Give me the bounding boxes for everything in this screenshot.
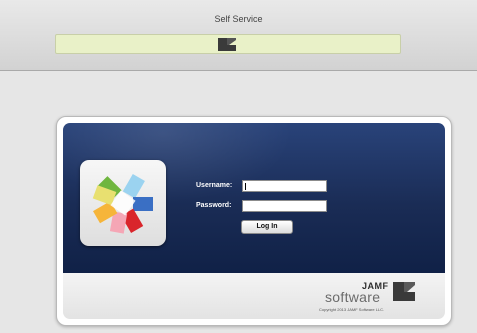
window-title: Self Service [214, 14, 263, 24]
login-button[interactable]: Log In [241, 220, 293, 234]
password-label: Password: [196, 202, 232, 209]
jamf-mark-icon [393, 282, 415, 301]
window-titlebar: Self Service [0, 0, 477, 71]
branding-footer: JAMF software Copyright 2013 JAMF Softwa… [63, 273, 445, 319]
casper-suite-logo-icon [80, 160, 166, 246]
password-input[interactable] [242, 200, 327, 212]
text-caret [245, 183, 246, 190]
username-label: Username: [196, 182, 233, 189]
logo-graphic [92, 174, 153, 234]
copyright-text: Copyright 2013 JAMF Software LLC. [319, 307, 385, 312]
login-panel: Username: Password: Log In [63, 123, 445, 273]
username-input[interactable] [242, 180, 327, 192]
progress-bar [55, 34, 401, 54]
jamf-mark-icon [218, 38, 236, 51]
brand-name-main: software [325, 289, 381, 305]
login-card: Username: Password: Log In JAMF software… [56, 116, 452, 326]
